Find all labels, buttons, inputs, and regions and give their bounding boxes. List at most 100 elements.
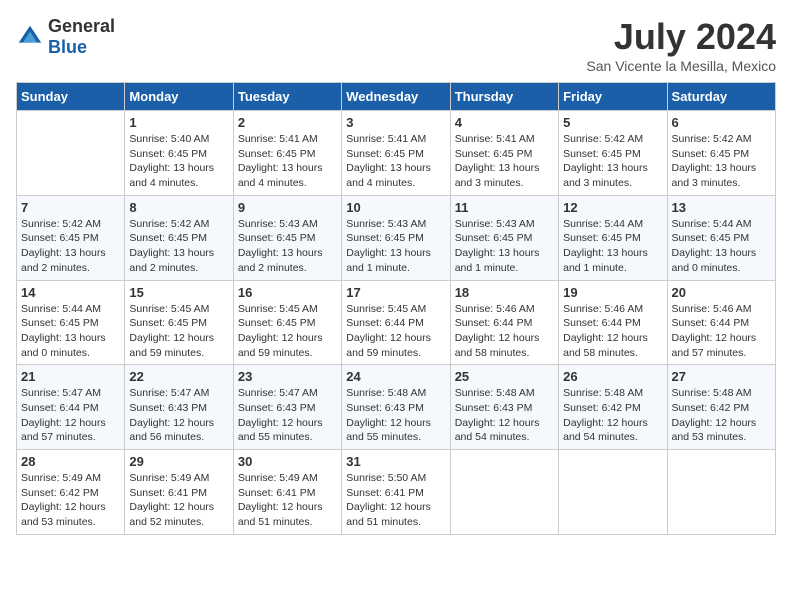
day-number: 14 bbox=[21, 285, 120, 300]
day-info: Sunrise: 5:48 AM Sunset: 6:43 PM Dayligh… bbox=[346, 386, 445, 445]
day-info: Sunrise: 5:41 AM Sunset: 6:45 PM Dayligh… bbox=[238, 132, 337, 191]
day-info: Sunrise: 5:43 AM Sunset: 6:45 PM Dayligh… bbox=[346, 217, 445, 276]
day-cell: 17 Sunrise: 5:45 AM Sunset: 6:44 PM Dayli… bbox=[342, 280, 450, 365]
day-info: Sunrise: 5:43 AM Sunset: 6:45 PM Dayligh… bbox=[455, 217, 554, 276]
day-number: 4 bbox=[455, 115, 554, 130]
day-cell: 10 Sunrise: 5:43 AM Sunset: 6:45 PM Dayli… bbox=[342, 195, 450, 280]
day-info: Sunrise: 5:43 AM Sunset: 6:45 PM Dayligh… bbox=[238, 217, 337, 276]
day-cell: 28 Sunrise: 5:49 AM Sunset: 6:42 PM Dayli… bbox=[17, 450, 125, 535]
day-cell: 29Sunrise: 5:49 AM Sunset: 6:41 PM Dayli… bbox=[125, 450, 233, 535]
day-number: 15 bbox=[129, 285, 228, 300]
day-number: 13 bbox=[672, 200, 771, 215]
day-info: Sunrise: 5:45 AM Sunset: 6:44 PM Dayligh… bbox=[346, 302, 445, 361]
page-header: General Blue July 2024 San Vicente la Me… bbox=[16, 16, 776, 74]
calendar-table: SundayMondayTuesdayWednesdayThursdayFrid… bbox=[16, 82, 776, 535]
day-number: 3 bbox=[346, 115, 445, 130]
day-number: 18 bbox=[455, 285, 554, 300]
day-number: 16 bbox=[238, 285, 337, 300]
day-cell: 25 Sunrise: 5:48 AM Sunset: 6:43 PM Dayli… bbox=[450, 365, 558, 450]
day-number: 24 bbox=[346, 369, 445, 384]
day-cell bbox=[559, 450, 667, 535]
day-cell: 3 Sunrise: 5:41 AM Sunset: 6:45 PM Daylig… bbox=[342, 111, 450, 196]
column-header-tuesday: Tuesday bbox=[233, 83, 341, 111]
day-cell: 20 Sunrise: 5:46 AM Sunset: 6:44 PM Dayli… bbox=[667, 280, 775, 365]
day-cell: 16Sunrise: 5:45 AM Sunset: 6:45 PM Dayli… bbox=[233, 280, 341, 365]
day-cell: 9 Sunrise: 5:43 AM Sunset: 6:45 PM Daylig… bbox=[233, 195, 341, 280]
day-info: Sunrise: 5:42 AM Sunset: 6:45 PM Dayligh… bbox=[21, 217, 120, 276]
day-number: 20 bbox=[672, 285, 771, 300]
header-row: SundayMondayTuesdayWednesdayThursdayFrid… bbox=[17, 83, 776, 111]
day-number: 19 bbox=[563, 285, 662, 300]
day-info: Sunrise: 5:45 AM Sunset: 6:45 PM Dayligh… bbox=[129, 302, 228, 361]
day-number: 31 bbox=[346, 454, 445, 469]
day-cell: 8Sunrise: 5:42 AM Sunset: 6:45 PM Daylig… bbox=[125, 195, 233, 280]
day-cell: 13 Sunrise: 5:44 AM Sunset: 6:45 PM Dayli… bbox=[667, 195, 775, 280]
day-cell bbox=[450, 450, 558, 535]
day-cell: 31 Sunrise: 5:50 AM Sunset: 6:41 PM Dayli… bbox=[342, 450, 450, 535]
logo-blue: Blue bbox=[48, 37, 87, 57]
column-header-thursday: Thursday bbox=[450, 83, 558, 111]
day-cell: 23 Sunrise: 5:47 AM Sunset: 6:43 PM Dayli… bbox=[233, 365, 341, 450]
week-row-2: 7Sunrise: 5:42 AM Sunset: 6:45 PM Daylig… bbox=[17, 195, 776, 280]
column-header-saturday: Saturday bbox=[667, 83, 775, 111]
day-info: Sunrise: 5:48 AM Sunset: 6:42 PM Dayligh… bbox=[563, 386, 662, 445]
day-number: 5 bbox=[563, 115, 662, 130]
day-info: Sunrise: 5:48 AM Sunset: 6:42 PM Dayligh… bbox=[672, 386, 771, 445]
day-cell: 26 Sunrise: 5:48 AM Sunset: 6:42 PM Dayli… bbox=[559, 365, 667, 450]
day-info: Sunrise: 5:40 AM Sunset: 6:45 PM Dayligh… bbox=[129, 132, 228, 191]
day-number: 29 bbox=[129, 454, 228, 469]
week-row-3: 14Sunrise: 5:44 AM Sunset: 6:45 PM Dayli… bbox=[17, 280, 776, 365]
day-number: 17 bbox=[346, 285, 445, 300]
month-year: July 2024 bbox=[586, 16, 776, 58]
day-info: Sunrise: 5:46 AM Sunset: 6:44 PM Dayligh… bbox=[455, 302, 554, 361]
day-number: 28 bbox=[21, 454, 120, 469]
day-number: 2 bbox=[238, 115, 337, 130]
week-row-5: 28 Sunrise: 5:49 AM Sunset: 6:42 PM Dayli… bbox=[17, 450, 776, 535]
day-cell: 5 Sunrise: 5:42 AM Sunset: 6:45 PM Daylig… bbox=[559, 111, 667, 196]
day-info: Sunrise: 5:41 AM Sunset: 6:45 PM Dayligh… bbox=[346, 132, 445, 191]
day-info: Sunrise: 5:46 AM Sunset: 6:44 PM Dayligh… bbox=[672, 302, 771, 361]
day-number: 8 bbox=[129, 200, 228, 215]
day-cell: 14Sunrise: 5:44 AM Sunset: 6:45 PM Dayli… bbox=[17, 280, 125, 365]
week-row-1: 1Sunrise: 5:40 AM Sunset: 6:45 PM Daylig… bbox=[17, 111, 776, 196]
day-number: 9 bbox=[238, 200, 337, 215]
day-number: 12 bbox=[563, 200, 662, 215]
column-header-sunday: Sunday bbox=[17, 83, 125, 111]
day-cell: 12 Sunrise: 5:44 AM Sunset: 6:45 PM Dayli… bbox=[559, 195, 667, 280]
day-cell: 24 Sunrise: 5:48 AM Sunset: 6:43 PM Dayli… bbox=[342, 365, 450, 450]
day-number: 21 bbox=[21, 369, 120, 384]
day-cell: 30Sunrise: 5:49 AM Sunset: 6:41 PM Dayli… bbox=[233, 450, 341, 535]
day-info: Sunrise: 5:47 AM Sunset: 6:43 PM Dayligh… bbox=[238, 386, 337, 445]
day-number: 23 bbox=[238, 369, 337, 384]
day-info: Sunrise: 5:50 AM Sunset: 6:41 PM Dayligh… bbox=[346, 471, 445, 530]
day-number: 26 bbox=[563, 369, 662, 384]
day-number: 6 bbox=[672, 115, 771, 130]
day-info: Sunrise: 5:48 AM Sunset: 6:43 PM Dayligh… bbox=[455, 386, 554, 445]
logo-general: General bbox=[48, 16, 115, 36]
day-cell: 11 Sunrise: 5:43 AM Sunset: 6:45 PM Dayli… bbox=[450, 195, 558, 280]
day-info: Sunrise: 5:47 AM Sunset: 6:44 PM Dayligh… bbox=[21, 386, 120, 445]
day-cell: 6Sunrise: 5:42 AM Sunset: 6:45 PM Daylig… bbox=[667, 111, 775, 196]
day-cell: 7Sunrise: 5:42 AM Sunset: 6:45 PM Daylig… bbox=[17, 195, 125, 280]
location: San Vicente la Mesilla, Mexico bbox=[586, 58, 776, 74]
day-number: 25 bbox=[455, 369, 554, 384]
column-header-monday: Monday bbox=[125, 83, 233, 111]
day-number: 30 bbox=[238, 454, 337, 469]
day-cell: 4Sunrise: 5:41 AM Sunset: 6:45 PM Daylig… bbox=[450, 111, 558, 196]
day-number: 10 bbox=[346, 200, 445, 215]
day-cell bbox=[17, 111, 125, 196]
day-cell: 27Sunrise: 5:48 AM Sunset: 6:42 PM Dayli… bbox=[667, 365, 775, 450]
day-info: Sunrise: 5:47 AM Sunset: 6:43 PM Dayligh… bbox=[129, 386, 228, 445]
day-info: Sunrise: 5:44 AM Sunset: 6:45 PM Dayligh… bbox=[672, 217, 771, 276]
day-number: 11 bbox=[455, 200, 554, 215]
day-cell: 22Sunrise: 5:47 AM Sunset: 6:43 PM Dayli… bbox=[125, 365, 233, 450]
day-info: Sunrise: 5:49 AM Sunset: 6:42 PM Dayligh… bbox=[21, 471, 120, 530]
day-cell: 15 Sunrise: 5:45 AM Sunset: 6:45 PM Dayli… bbox=[125, 280, 233, 365]
logo: General Blue bbox=[16, 16, 115, 58]
day-cell bbox=[667, 450, 775, 535]
day-cell: 18 Sunrise: 5:46 AM Sunset: 6:44 PM Dayli… bbox=[450, 280, 558, 365]
day-info: Sunrise: 5:42 AM Sunset: 6:45 PM Dayligh… bbox=[563, 132, 662, 191]
day-cell: 21 Sunrise: 5:47 AM Sunset: 6:44 PM Dayli… bbox=[17, 365, 125, 450]
day-info: Sunrise: 5:44 AM Sunset: 6:45 PM Dayligh… bbox=[563, 217, 662, 276]
week-row-4: 21 Sunrise: 5:47 AM Sunset: 6:44 PM Dayli… bbox=[17, 365, 776, 450]
